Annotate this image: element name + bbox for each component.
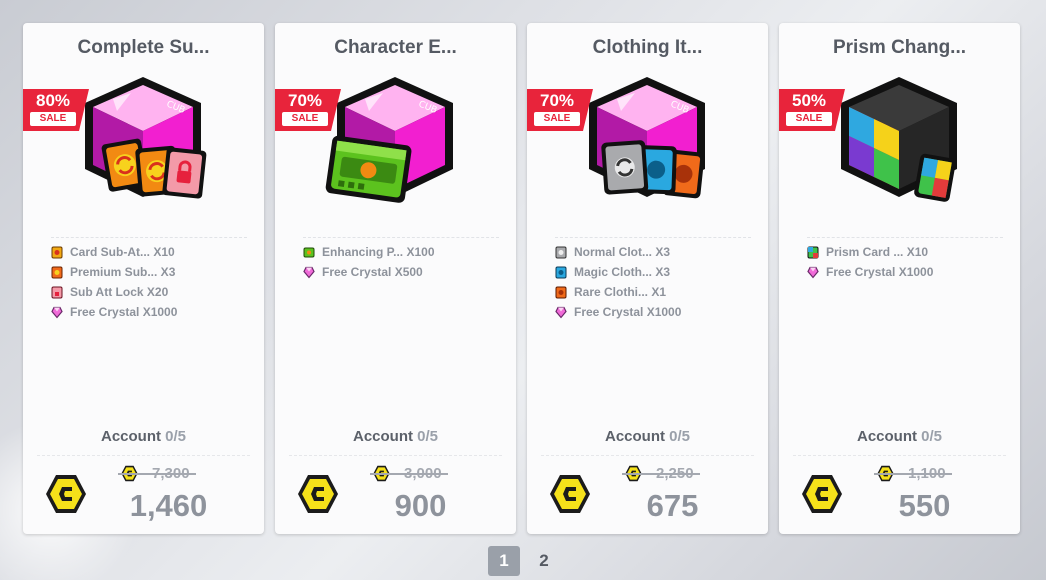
item-label: Magic Cloth... X3 — [574, 265, 671, 279]
page-button-1[interactable]: 1 — [488, 546, 520, 576]
sale-price[interactable]: 675 — [591, 488, 754, 524]
purchase-limit: Account 0/5 — [23, 428, 264, 445]
list-item: Free Crystal X500 — [303, 262, 499, 282]
package-art-prism-cube — [841, 77, 957, 202]
item-label: Card Sub-At... X10 — [70, 245, 175, 259]
list-item: Free Crystal X1000 — [555, 302, 751, 322]
list-item: Free Crystal X1000 — [807, 262, 1003, 282]
package-card-clothing-items[interactable]: Clothing It... 70% SALE Normal Clot... X… — [527, 23, 768, 534]
purchase-limit: Account 0/5 — [527, 428, 768, 445]
purchase-limit: Account 0/5 — [779, 428, 1020, 445]
limit-count: 0/5 — [417, 428, 439, 445]
currency-coin-icon — [549, 474, 591, 514]
page-button-2[interactable]: 2 — [528, 546, 560, 576]
list-item: Sub Att Lock X20 — [51, 282, 247, 302]
original-price-value: 1,100 — [874, 465, 952, 482]
package-contents: Card Sub-At... X10 Premium Sub... X3 Sub… — [51, 237, 247, 322]
sale-label: SALE — [786, 112, 832, 126]
free-crystal-icon — [807, 266, 819, 279]
limit-count: 0/5 — [165, 428, 187, 445]
list-item: Rare Clothi... X1 — [555, 282, 751, 302]
item-label: Premium Sub... X3 — [70, 265, 176, 279]
sale-label: SALE — [534, 112, 580, 126]
original-price-value: 3,000 — [370, 465, 448, 482]
package-contents: Normal Clot... X3 Magic Cloth... X3 Rare… — [555, 237, 751, 322]
premium-sub-icon — [51, 266, 63, 278]
list-item: Premium Sub... X3 — [51, 262, 247, 282]
price-section: 2,250 675 — [541, 455, 754, 525]
pagination: 1 2 — [488, 546, 560, 576]
package-card-character-enhance[interactable]: Character E... 70% SALE Enhancing P... X… — [275, 23, 516, 534]
original-price: 1,100 — [874, 465, 952, 482]
package-contents: Enhancing P... X100 Free Crystal X500 — [303, 237, 499, 282]
list-item: Normal Clot... X3 — [555, 242, 751, 262]
free-crystal-icon — [555, 306, 567, 319]
sale-percent: 50% — [791, 91, 827, 110]
package-art-clothing-tickets — [589, 77, 705, 199]
item-label: Enhancing P... X100 — [322, 245, 435, 259]
limit-label: Account — [856, 428, 917, 445]
currency-coin-icon — [45, 474, 87, 514]
original-price-value: 2,250 — [622, 465, 700, 482]
sale-percent: 70% — [287, 91, 323, 110]
sale-price[interactable]: 1,460 — [87, 488, 250, 524]
item-label: Free Crystal X1000 — [826, 265, 934, 279]
package-title: Character E... — [334, 37, 457, 58]
list-item: Prism Card ... X10 — [807, 242, 1003, 262]
free-crystal-icon — [303, 266, 315, 279]
package-art-sub-attribute-cards — [85, 77, 207, 199]
item-label: Rare Clothi... X1 — [574, 285, 667, 299]
original-price-value: 7,300 — [118, 465, 196, 482]
package-contents: Prism Card ... X10 Free Crystal X1000 — [807, 237, 1003, 282]
currency-coin-icon — [801, 474, 843, 514]
sale-price[interactable]: 550 — [843, 488, 1006, 524]
currency-coin-icon — [297, 474, 339, 514]
limit-count: 0/5 — [921, 428, 943, 445]
limit-count: 0/5 — [669, 428, 691, 445]
sale-price[interactable]: 900 — [339, 488, 502, 524]
list-item: Card Sub-At... X10 — [51, 242, 247, 262]
sale-label: SALE — [282, 112, 328, 126]
package-art-enhancing-pack — [325, 77, 453, 203]
package-card-prism-change[interactable]: Prism Chang... 50% SALE Prism Card ... X… — [779, 23, 1020, 534]
sale-percent: 80% — [35, 91, 71, 110]
package-title: Complete Su... — [77, 37, 210, 58]
purchase-limit: Account 0/5 — [275, 428, 516, 445]
item-label: Prism Card ... X10 — [826, 245, 929, 259]
item-label: Free Crystal X500 — [322, 265, 423, 279]
price-section: 3,000 900 — [289, 455, 502, 525]
package-title: Clothing It... — [592, 37, 703, 58]
list-item: Free Crystal X1000 — [51, 302, 247, 322]
original-price: 2,250 — [622, 465, 700, 482]
limit-label: Account — [100, 428, 161, 445]
sale-label: SALE — [30, 112, 76, 126]
prism-card-icon — [807, 246, 819, 258]
sub-att-lock-icon — [51, 286, 63, 298]
package-title: Prism Chang... — [832, 37, 967, 58]
item-label: Normal Clot... X3 — [574, 245, 671, 259]
list-item: Enhancing P... X100 — [303, 242, 499, 262]
original-price: 7,300 — [118, 465, 196, 482]
item-label: Free Crystal X1000 — [574, 305, 682, 319]
original-price: 3,000 — [370, 465, 448, 482]
package-card-list: Complete Su... 80% SALE Card Sub-At... X… — [23, 23, 1020, 534]
item-label: Free Crystal X1000 — [70, 305, 178, 319]
limit-label: Account — [604, 428, 665, 445]
price-section: 7,300 1,460 — [37, 455, 250, 525]
item-label: Sub Att Lock X20 — [70, 285, 169, 299]
price-section: 1,100 550 — [793, 455, 1006, 525]
normal-clothing-icon — [555, 246, 567, 258]
package-card-complete-sub[interactable]: Complete Su... 80% SALE Card Sub-At... X… — [23, 23, 264, 534]
free-crystal-icon — [51, 306, 63, 319]
rare-clothing-icon — [555, 286, 567, 298]
magic-clothing-icon — [555, 266, 567, 278]
list-item: Magic Cloth... X3 — [555, 262, 751, 282]
card-sub-attribute-icon — [51, 246, 63, 258]
limit-label: Account — [352, 428, 413, 445]
sale-percent: 70% — [539, 91, 575, 110]
enhancing-pack-icon — [303, 247, 315, 257]
